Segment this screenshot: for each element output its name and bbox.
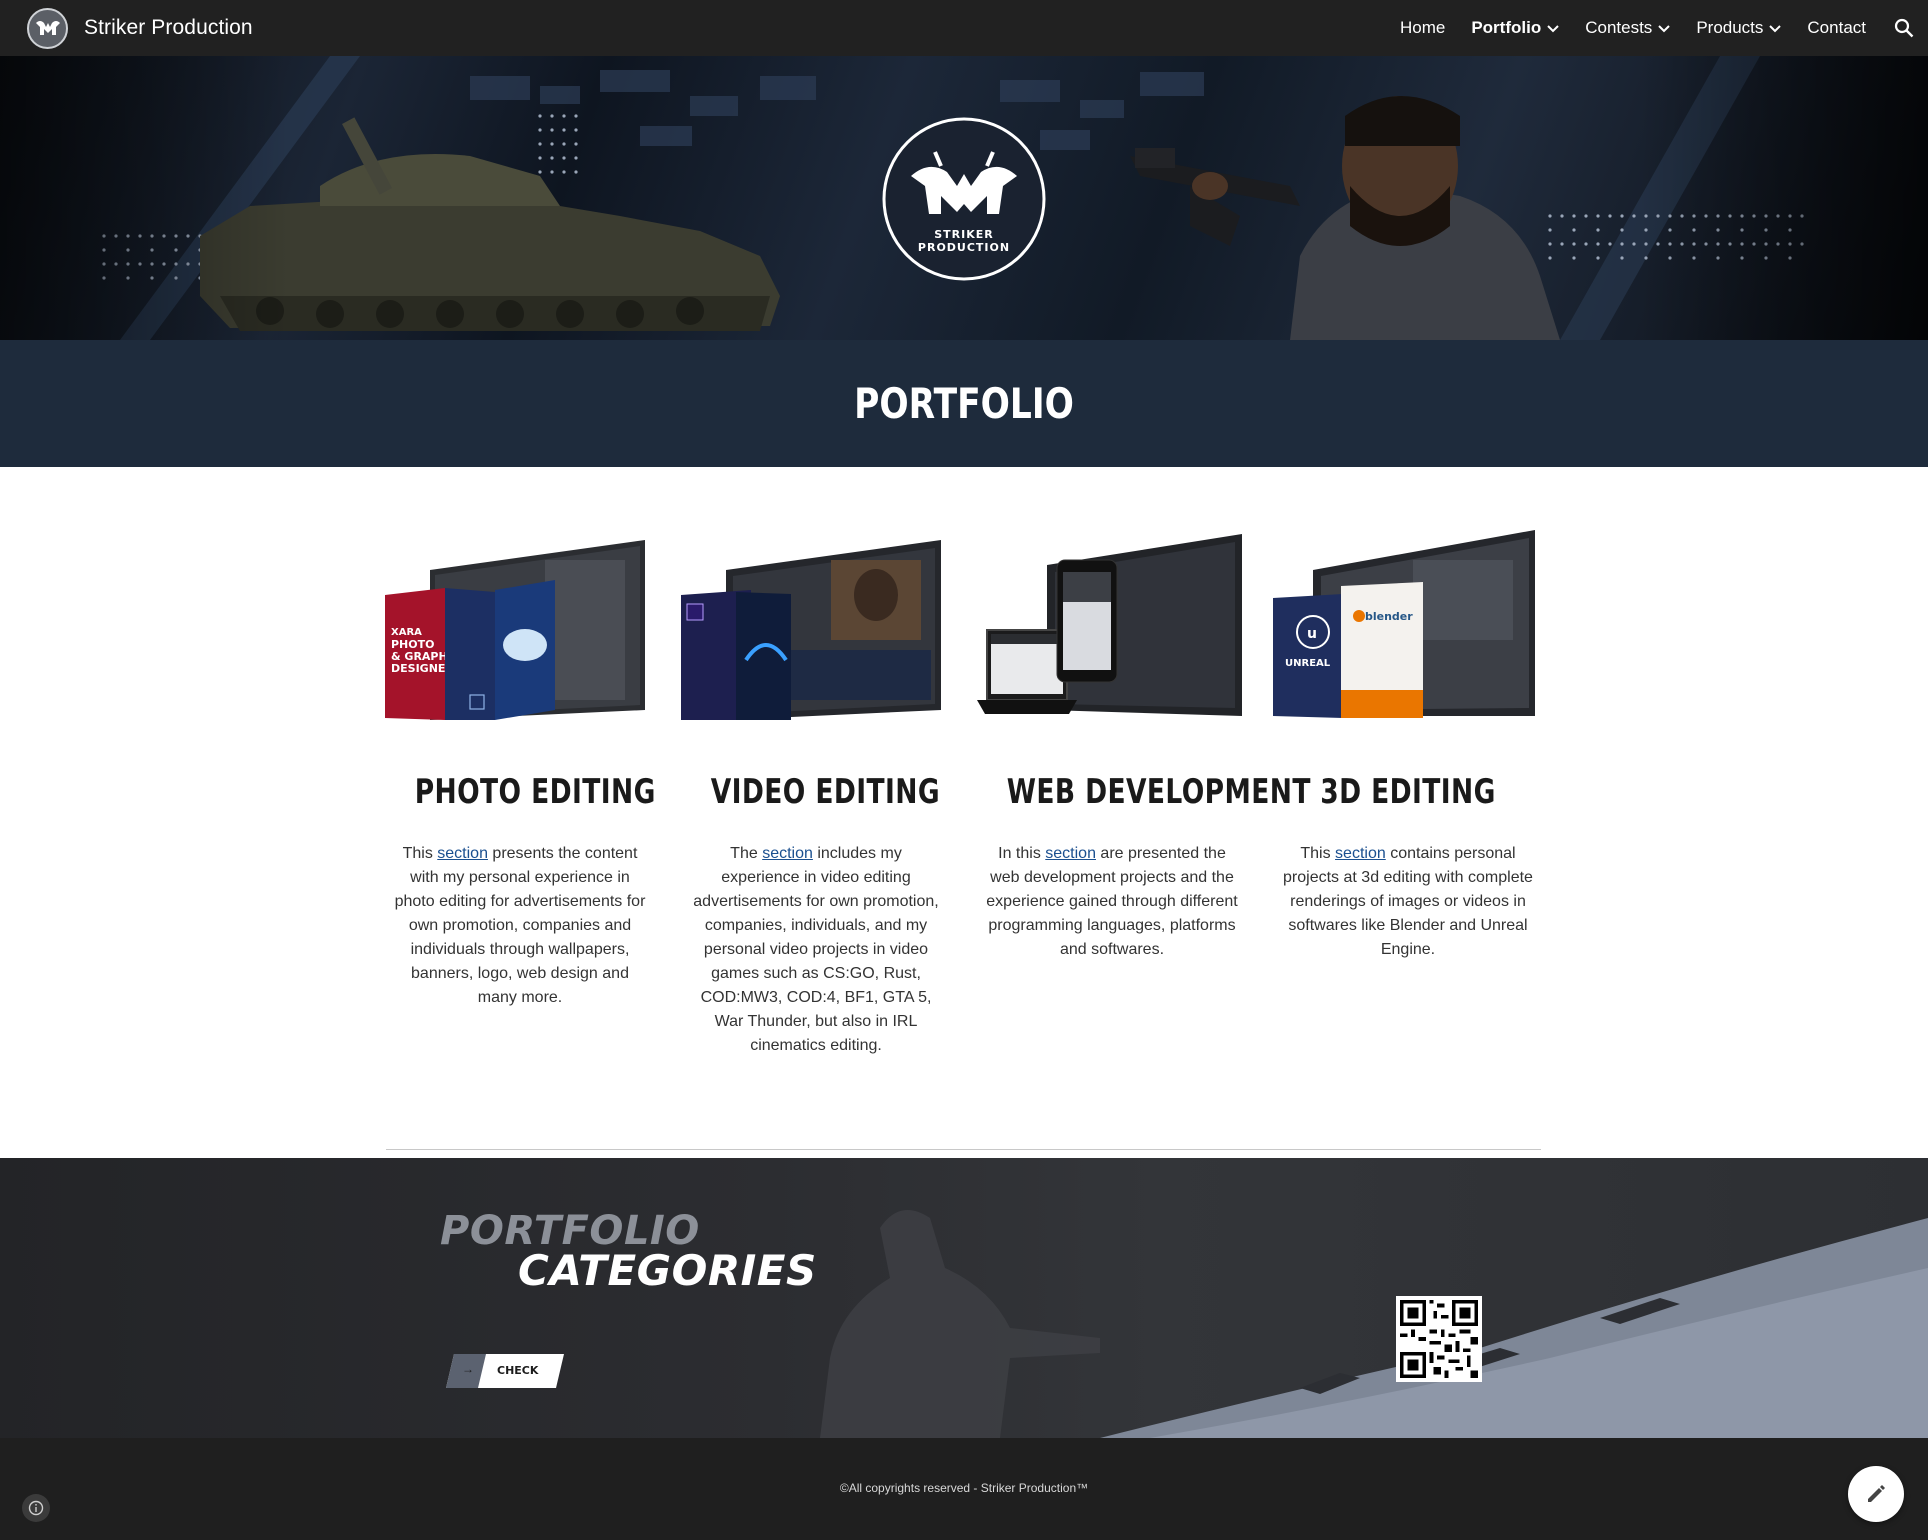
card-desc-text: presents the content with my personal ex… — [394, 845, 646, 1006]
striker-production-logo: STRIKER PRODUCTION — [881, 116, 1047, 282]
card-title: PHOTO EDITING — [414, 772, 656, 812]
info-icon[interactable] — [22, 1494, 50, 1522]
nav-item-label: Portfolio — [1471, 18, 1542, 37]
card-description: In this section are presented the web de… — [986, 842, 1238, 962]
card-desc-text: In this — [998, 845, 1046, 862]
site-brand-link[interactable]: Striker Production — [27, 7, 253, 49]
svg-text:blender: blender — [1365, 610, 1413, 623]
nav-item-portfolio[interactable]: Portfolio — [1471, 18, 1559, 38]
3d-editing-image[interactable]: u UNREAL blender — [1273, 520, 1543, 720]
card-3d-editing: u UNREAL blender 3D EDITING This section… — [1273, 520, 1543, 962]
nav-item-home[interactable]: Home — [1400, 18, 1445, 38]
card-desc-text: includes my experience in video editing … — [693, 845, 939, 1054]
nav-menu: Home Portfolio Contests Products Contact — [1374, 0, 1866, 56]
section-link[interactable]: section — [762, 845, 813, 862]
card-video-editing: VIDEO EDITING The section includes my ex… — [681, 520, 951, 1058]
portfolio-cards: XARA PHOTO & GRAPHIC DESIGNER PHOTO EDIT… — [385, 520, 1545, 1080]
card-web-development: WEB DEVELOPMENT In this section are pres… — [977, 520, 1311, 962]
svg-text:DESIGNER: DESIGNER — [391, 662, 454, 675]
nav-item-label: Products — [1696, 18, 1764, 37]
page-title: PORTFOLIO — [854, 379, 1074, 428]
svg-text:UNREAL: UNREAL — [1285, 658, 1331, 669]
portfolio-categories-banner: PORTFOLIO CATEGORIES → CHECK — [0, 1158, 1928, 1438]
section-link[interactable]: section — [437, 845, 488, 862]
banner-title-line2: CATEGORIES — [518, 1246, 817, 1295]
svg-text:XARA: XARA — [391, 627, 422, 638]
logo-text-line2: PRODUCTION — [918, 241, 1010, 254]
chevron-down-icon[interactable] — [1769, 18, 1782, 38]
section-link[interactable]: section — [1335, 845, 1386, 862]
card-desc-text: The — [730, 845, 763, 862]
photo-editing-image[interactable]: XARA PHOTO & GRAPHIC DESIGNER — [385, 520, 655, 720]
svg-text:u: u — [1307, 626, 1317, 642]
card-photo-editing: XARA PHOTO & GRAPHIC DESIGNER PHOTO EDIT… — [385, 520, 655, 1010]
video-editing-image[interactable] — [681, 520, 951, 720]
nav-item-contests[interactable]: Contests — [1585, 18, 1671, 38]
chevron-down-icon[interactable] — [1658, 18, 1671, 38]
card-desc-text: This — [1300, 845, 1336, 862]
card-desc-text: This — [402, 845, 438, 862]
edit-pencil-icon[interactable] — [1848, 1466, 1904, 1522]
nav-item-label: Contact — [1807, 18, 1866, 37]
section-divider — [386, 1149, 1541, 1150]
card-description: This section contains personal projects … — [1282, 842, 1534, 962]
card-title: WEB DEVELOPMENT — [1006, 772, 1311, 812]
copyright-text: ©All copyrights reserved - Striker Produ… — [839, 1481, 1089, 1495]
nav-item-products[interactable]: Products — [1696, 18, 1782, 38]
nav-item-contact[interactable]: Contact — [1807, 18, 1866, 38]
card-title: VIDEO EDITING — [710, 772, 940, 812]
qr-code — [1396, 1296, 1482, 1382]
logo-text-line1: STRIKER — [934, 228, 994, 241]
site-title: Striker Production — [84, 16, 253, 39]
page-title-band: PORTFOLIO — [0, 340, 1928, 467]
chevron-down-icon[interactable] — [1547, 18, 1559, 38]
banner-background-art — [820, 1210, 1928, 1438]
check-button-label: CHECK — [497, 1364, 539, 1377]
nav-item-label: Home — [1399, 18, 1446, 37]
page-footer: ©All copyrights reserved - Striker Produ… — [0, 1438, 1928, 1540]
check-button[interactable]: → CHECK — [446, 1354, 564, 1388]
card-description: The section includes my experience in vi… — [690, 842, 942, 1058]
top-navigation-bar: Striker Production Home Portfolio Contes… — [0, 0, 1928, 56]
nav-item-label: Contests — [1585, 18, 1653, 37]
site-logo-icon — [27, 7, 68, 49]
web-development-image[interactable] — [977, 520, 1247, 720]
card-description: This section presents the content with m… — [394, 842, 646, 1010]
hero-banner: STRIKER PRODUCTION — [0, 56, 1928, 340]
search-icon[interactable] — [1890, 14, 1918, 42]
arrow-right-icon: → — [462, 1362, 474, 1376]
card-title: 3D EDITING — [1320, 772, 1496, 812]
section-link[interactable]: section — [1045, 845, 1096, 862]
